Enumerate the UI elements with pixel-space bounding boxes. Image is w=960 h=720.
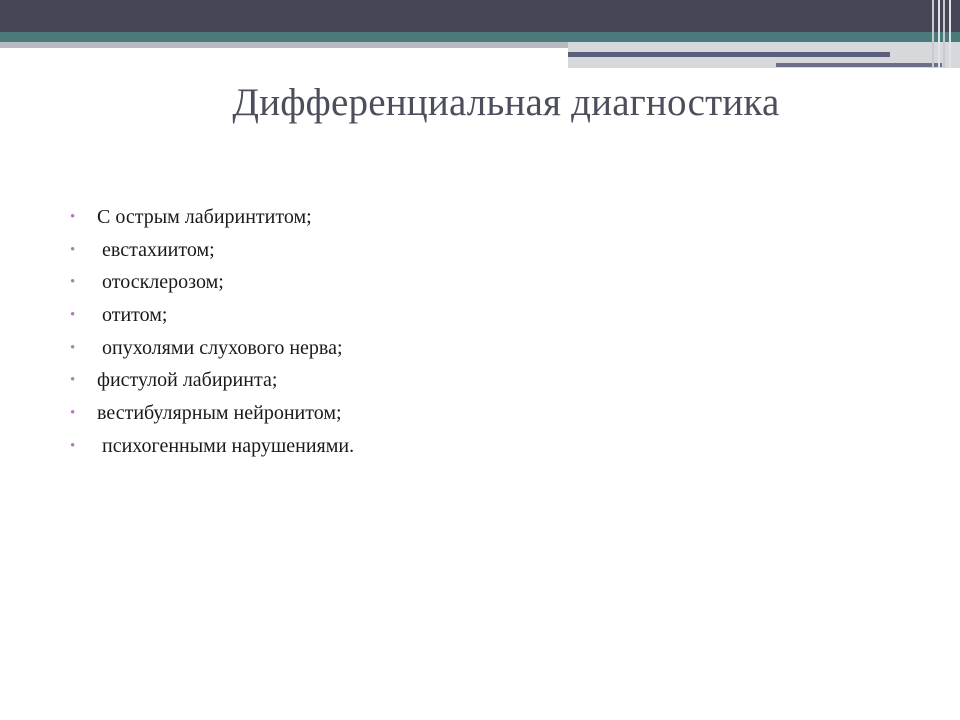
bullet-icon: • xyxy=(70,339,76,356)
slide: Дифференциальная диагностика • С острым … xyxy=(0,0,960,720)
list-item-text: вестибулярным нейронитом; xyxy=(97,402,342,425)
header-banner-teal xyxy=(0,32,960,42)
bullet-icon: • xyxy=(70,372,76,389)
bullet-icon: • xyxy=(70,274,76,291)
list-item: • вестибулярным нейронитом; xyxy=(70,399,342,432)
header-banner-navy-stripe xyxy=(568,52,890,57)
list-item-text: евстахиитом; xyxy=(97,238,215,261)
header-banner-navy-stripe-short xyxy=(776,63,942,67)
list-item-text: отосклерозом; xyxy=(97,271,224,294)
bullet-icon: • xyxy=(70,307,76,324)
header-banner-dark xyxy=(0,0,960,32)
bullet-icon: • xyxy=(70,437,76,454)
header-banner-gray xyxy=(0,42,568,48)
list-item: • фистулой лабиринта; xyxy=(70,366,277,399)
list-item-text: отитом; xyxy=(97,304,168,327)
list-item: • отитом; xyxy=(70,301,168,334)
bullet-icon: • xyxy=(70,241,76,258)
list-item-text: опухолями слухового нерва; xyxy=(97,336,343,359)
list-item-text: психогенными нарушениями. xyxy=(97,434,355,457)
list-item-text: С острым лабиринтитом; xyxy=(97,206,312,228)
list-item: • С острым лабиринтитом; xyxy=(70,203,312,236)
bullet-list: • С острым лабиринтитом; • евстахиитом; … xyxy=(70,203,354,465)
list-item: • опухолями слухового нерва; xyxy=(70,334,343,367)
list-item-text: фистулой лабиринта; xyxy=(97,369,278,392)
header-edge-lines xyxy=(928,0,960,68)
bullet-icon: • xyxy=(70,209,76,225)
list-item: • психогенными нарушениями. xyxy=(70,432,354,465)
list-item: • евстахиитом; xyxy=(70,236,215,269)
slide-title: Дифференциальная диагностика xyxy=(232,81,780,124)
bullet-icon: • xyxy=(70,405,76,422)
list-item: • отосклерозом; xyxy=(70,268,224,301)
